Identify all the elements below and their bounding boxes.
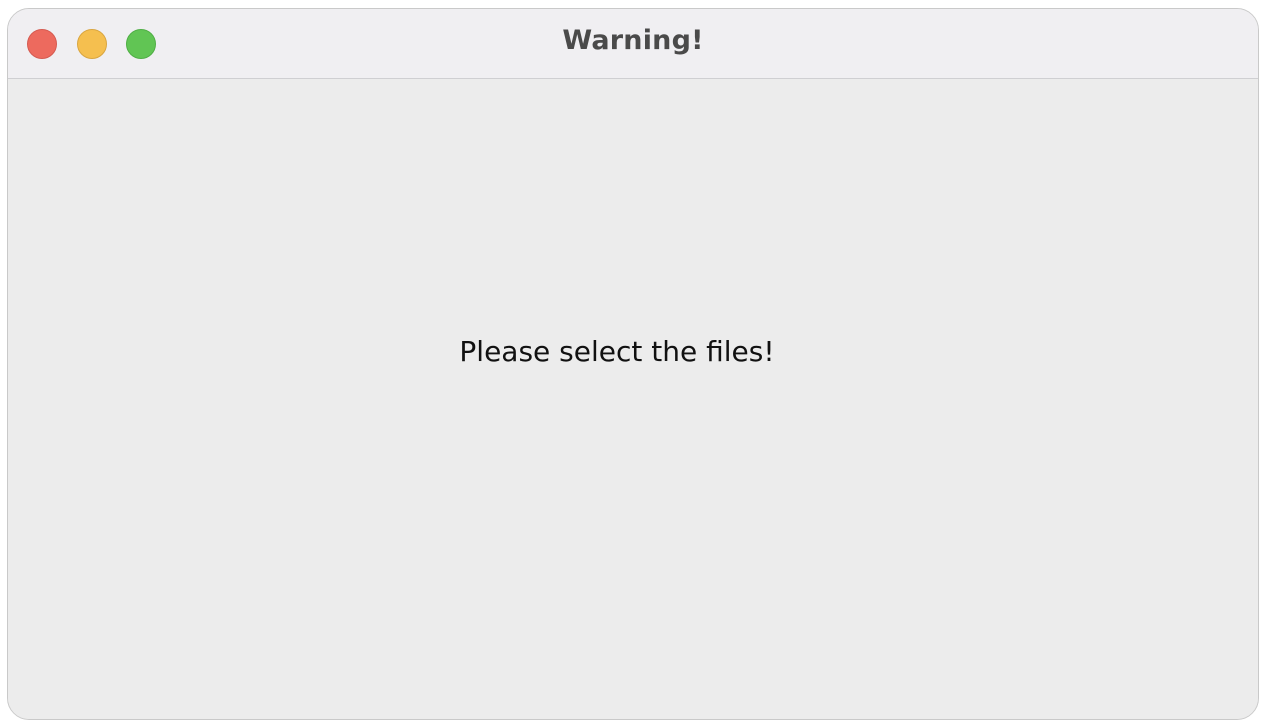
title-bar[interactable]: Warning!	[8, 9, 1258, 79]
window-title: Warning!	[562, 25, 704, 56]
warning-message: Please select the files!	[459, 335, 775, 368]
warning-dialog-window: Warning! Please select the files!	[7, 8, 1259, 720]
dialog-content: Please select the files!	[8, 79, 1258, 719]
